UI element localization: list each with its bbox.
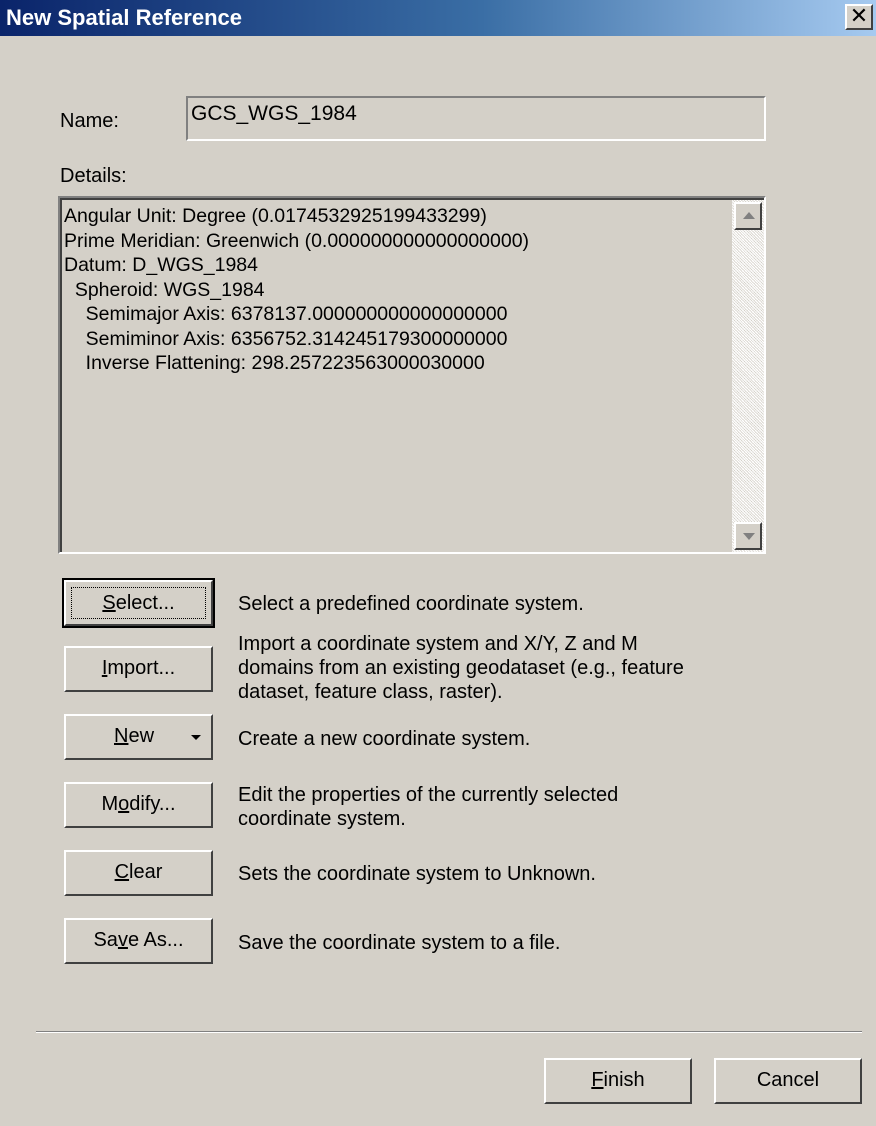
details-line: Prime Meridian: Greenwich (0.00000000000… [64, 229, 530, 252]
new-spatial-reference-dialog: New Spatial Reference ✕ Name: GCS_WGS_19… [0, 0, 876, 1126]
new-button-label: New [114, 725, 155, 747]
name-field[interactable]: GCS_WGS_1984 [186, 96, 766, 141]
clear-description: Sets the coordinate system to Unknown. [238, 863, 596, 885]
select-button[interactable]: Select... [62, 578, 215, 628]
scroll-down-arrow-icon [743, 533, 755, 540]
details-textbox[interactable]: Angular Unit: Degree (0.0174532925199433… [58, 196, 766, 554]
dropdown-arrow-icon [191, 735, 201, 740]
save-as-button[interactable]: Save As... [64, 918, 213, 964]
focus-rectangle: Select... [71, 587, 206, 619]
finish-button[interactable]: Finish [544, 1058, 692, 1104]
title-bar[interactable]: New Spatial Reference ✕ [0, 0, 876, 36]
import-description: Import a coordinate system and X/Y, Z an… [238, 633, 684, 703]
scroll-up-arrow-icon [743, 212, 755, 219]
save-as-description: Save the coordinate system to a file. [238, 932, 561, 954]
details-line: Spheroid: WGS_1984 [64, 278, 265, 301]
details-line: Semiminor Axis: 6356752.3142451793000000… [64, 327, 508, 350]
details-line: Angular Unit: Degree (0.0174532925199433… [64, 205, 487, 227]
close-button[interactable]: ✕ [845, 4, 873, 30]
name-label: Name: [60, 110, 119, 132]
details-text: Angular Unit: Degree (0.0174532925199433… [64, 204, 728, 376]
details-label: Details: [60, 165, 127, 187]
details-frame: Angular Unit: Degree (0.0174532925199433… [60, 198, 764, 552]
scroll-down-button[interactable] [734, 522, 762, 550]
details-line: Datum: D_WGS_1984 [64, 254, 259, 276]
import-button[interactable]: Import... [64, 646, 213, 692]
clear-button[interactable]: Clear [64, 850, 213, 896]
select-description: Select a predefined coordinate system. [238, 593, 584, 615]
details-scrollbar[interactable] [732, 200, 764, 552]
modify-button[interactable]: Modify... [64, 782, 213, 828]
details-line: Semimajor Axis: 6378137.0000000000000000… [64, 303, 508, 325]
new-dropdown-button[interactable]: New [64, 714, 213, 760]
modify-description: Edit the properties of the currently sel… [238, 784, 619, 830]
scroll-up-button[interactable] [734, 202, 762, 230]
cancel-button[interactable]: Cancel [714, 1058, 862, 1104]
window-title: New Spatial Reference [6, 5, 242, 30]
close-icon: ✕ [849, 3, 869, 28]
separator-line [36, 1031, 862, 1033]
details-line: Inverse Flattening: 298.2572235630000300… [64, 352, 485, 374]
new-description: Create a new coordinate system. [238, 728, 531, 750]
